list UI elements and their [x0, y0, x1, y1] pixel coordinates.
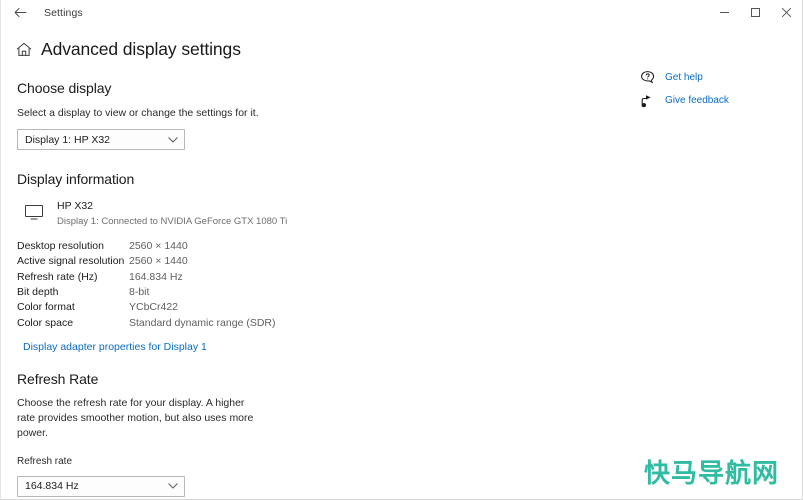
display-connection: Display 1: Connected to NVIDIA GeForce G… [57, 216, 288, 228]
info-value: 2560 × 1440 [129, 255, 188, 268]
table-row: Refresh rate (Hz) 164.834 Hz [17, 269, 275, 284]
close-icon[interactable] [771, 0, 802, 25]
window-title: Settings [44, 6, 83, 19]
maximize-icon[interactable] [740, 0, 771, 25]
get-help-icon [639, 70, 656, 86]
give-feedback-label[interactable]: Give feedback [665, 95, 729, 106]
info-key: Bit depth [17, 286, 59, 299]
page-title: Advanced display settings [41, 38, 241, 59]
info-key: Desktop resolution [17, 239, 104, 252]
display-information-heading: Display information [17, 171, 135, 188]
display-select-value: Display 1: HP X32 [25, 133, 111, 146]
info-value: Standard dynamic range (SDR) [129, 316, 276, 329]
display-information-section: Display information HP X32 Display 1: Co… [17, 171, 802, 354]
info-value: 164.834 Hz [129, 270, 183, 283]
info-key: Color space [17, 316, 74, 329]
refresh-rate-select[interactable]: 164.834 Hz [17, 475, 185, 497]
info-value: 8-bit [129, 286, 150, 299]
give-feedback-row[interactable]: Give feedback [639, 91, 799, 110]
window-controls [709, 0, 802, 25]
help-panel: Get help Give feedback [639, 68, 799, 114]
table-row: Color space Standard dynamic range (SDR) [17, 315, 275, 330]
info-key: Color format [17, 301, 75, 314]
back-arrow-icon[interactable] [7, 2, 33, 24]
info-value: 2560 × 1440 [129, 239, 188, 252]
refresh-rate-description: Choose the refresh rate for your display… [17, 396, 254, 439]
settings-window: Settings Advanced display settings Choos… [0, 0, 803, 500]
page-header: Advanced display settings [1, 34, 802, 64]
chevron-down-icon [168, 483, 178, 490]
display-identity: HP X32 Display 1: Connected to NVIDIA Ge… [17, 200, 802, 228]
refresh-rate-heading: Refresh Rate [17, 370, 99, 387]
display-info-table: Desktop resolution 2560 × 1440 Active si… [17, 238, 275, 330]
watermark: 快马导航网 [643, 459, 779, 489]
chevron-down-icon [168, 136, 178, 143]
table-row: Color format YCbCr422 [17, 300, 275, 315]
refresh-rate-select-value: 164.834 Hz [25, 480, 79, 493]
display-adapter-properties-link[interactable]: Display adapter properties for Display 1 [23, 341, 207, 353]
minimize-icon[interactable] [709, 0, 740, 25]
table-row: Desktop resolution 2560 × 1440 [17, 238, 275, 253]
title-bar: Settings [1, 0, 802, 25]
give-feedback-icon [639, 93, 656, 109]
table-row: Active signal resolution 2560 × 1440 [17, 254, 275, 269]
display-name: HP X32 [57, 200, 93, 213]
info-value: YCbCr422 [129, 301, 179, 314]
info-key: Active signal resolution [17, 255, 125, 268]
home-icon[interactable] [14, 40, 33, 59]
get-help-row[interactable]: Get help [639, 68, 799, 87]
display-select[interactable]: Display 1: HP X32 [17, 129, 185, 151]
monitor-icon [23, 202, 45, 222]
main-content: Choose display Select a display to view … [1, 64, 802, 499]
info-key: Refresh rate (Hz) [17, 270, 98, 283]
table-row: Bit depth 8-bit [17, 284, 275, 299]
get-help-label[interactable]: Get help [665, 72, 703, 83]
